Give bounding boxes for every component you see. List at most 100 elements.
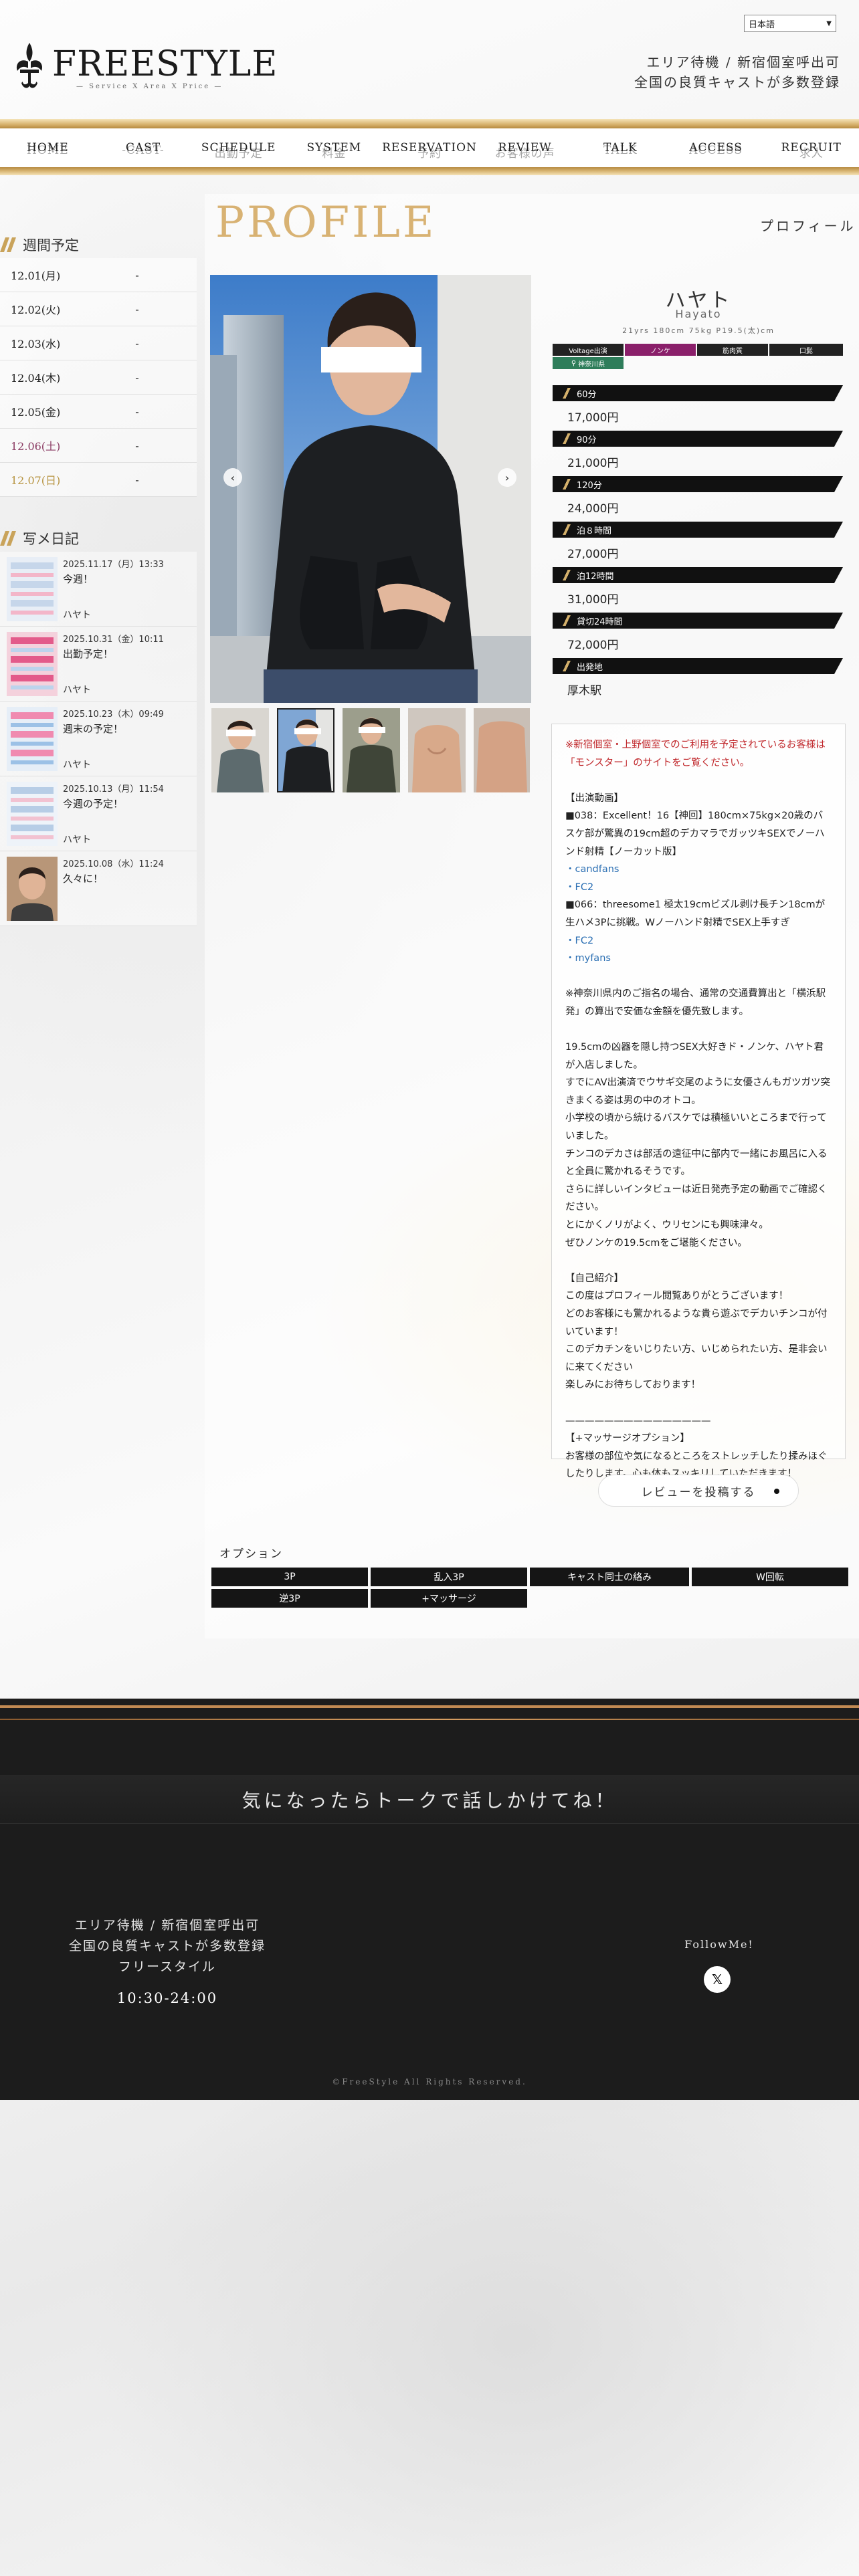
nav-item-recruit[interactable]: 求人 RECRUIT xyxy=(763,141,859,160)
diary-item[interactable]: 2025.10.13（月）11:54 今週の予定！ ハヤト xyxy=(0,776,197,851)
thumbnail-image xyxy=(211,708,269,792)
description-line: ※神奈川県内のご指名の場合、通常の交通費算出と「横浜駅発」の算出で安価な金額を優… xyxy=(565,988,826,1017)
schedule-row: 12.01(月) - xyxy=(0,258,197,292)
footer-line-3: フリースタイル xyxy=(118,1959,217,1974)
photo-thumbnail[interactable] xyxy=(474,708,530,792)
schedule-row: 12.07(日) - xyxy=(0,463,197,497)
page-title: PROFILE xyxy=(215,198,437,247)
nav-gold-bar-top xyxy=(0,119,859,128)
notice-text: ※新宿個室・上野個室でのご利用を予定されているお客様は「モンスター」のサイトをご… xyxy=(565,740,826,768)
photo-thumbnail[interactable] xyxy=(343,708,400,792)
nav-item-label: RECRUIT xyxy=(781,141,842,154)
nav-item-label: RESERVATION xyxy=(382,141,477,154)
price-value: 厚木駅 xyxy=(567,683,601,697)
video-link[interactable]: ・FC2 xyxy=(565,879,832,897)
schedule-date: 12.05(金) xyxy=(11,406,61,419)
price-row: 出発地厚木駅 xyxy=(553,658,843,704)
diary-thumbnail xyxy=(7,857,58,921)
video-link[interactable]: ・candfans xyxy=(565,861,832,879)
description-line: 【+マッサージオプション】 xyxy=(565,1433,690,1444)
diary-title: 出勤予定！ xyxy=(63,648,114,660)
diary-thumbnail xyxy=(7,632,58,696)
diary-item[interactable]: 2025.11.17（月）13:33 今週！ ハヤト xyxy=(0,552,197,627)
option-badge: 乱入3P xyxy=(371,1568,527,1586)
schedule-row: 12.03(水) - xyxy=(0,326,197,360)
price-row: 60分 17,000円 xyxy=(553,385,843,431)
description-line xyxy=(565,772,832,790)
option-badge: 逆3P xyxy=(211,1589,368,1608)
price-row: 泊８時間 27,000円 xyxy=(553,522,843,567)
site-logo[interactable]: FREESTYLE — Service X Area X Price — xyxy=(13,39,277,99)
price-value: 72,000円 xyxy=(567,638,619,652)
nav-item-reservation[interactable]: 予約 RESERVATION xyxy=(382,141,478,160)
nav-item-label: TALK xyxy=(603,141,638,154)
video-link[interactable]: ・FC2 xyxy=(565,932,832,950)
diary-item[interactable]: 2025.10.23（木）09:49 週末の予定！ ハヤト xyxy=(0,702,197,776)
language-select[interactable]: 日本語 ▼ xyxy=(744,15,836,32)
description-line: 楽しみにお待ちしております！ xyxy=(565,1380,701,1391)
option-badge: キャスト同士の絡み xyxy=(530,1568,689,1586)
description-line: ぜひノンケの19.5cmをご堪能ください。 xyxy=(565,1237,747,1249)
logo-wordmark: FREESTYLE xyxy=(52,44,278,84)
description-line: 19.5cmの凶器を隠し持つSEX大好きド・ノンケ、ハヤト君が入店しました。 xyxy=(565,1042,824,1071)
photo-thumbnail[interactable] xyxy=(211,708,269,792)
description-line xyxy=(565,1394,832,1412)
schedule-row: 12.05(金) - xyxy=(0,395,197,429)
nav-item-label: SYSTEM xyxy=(306,141,362,154)
diary-item[interactable]: 2025.10.08（水）11:24 久々に！ xyxy=(0,851,197,926)
x-social-button[interactable]: 𝕏 xyxy=(704,1966,731,1993)
description-line xyxy=(565,1021,832,1039)
option-badge: W回転 xyxy=(692,1568,848,1586)
tag-badge: 口髭 xyxy=(769,344,843,356)
post-review-button[interactable]: レビューを投稿する xyxy=(598,1475,799,1507)
weekly-schedule: 週間予定 12.01(月) -12.02(火) -12.03(水) -12.04(木)… xyxy=(0,231,197,497)
nav-item-home[interactable]: HOME HOME xyxy=(0,141,96,157)
diary-author: ハヤト xyxy=(63,835,91,845)
photo-thumbnail-active[interactable] xyxy=(277,708,335,792)
option-badge: 3P xyxy=(211,1568,368,1586)
photo-prev-button[interactable]: ‹ xyxy=(223,468,242,487)
price-value: 24,000円 xyxy=(567,502,619,516)
footer-stripe xyxy=(0,1719,859,1720)
area-badge-label: 神奈川県 xyxy=(578,360,605,368)
cast-photo-image xyxy=(210,275,531,703)
page-title-jp: プロフィール xyxy=(760,218,856,234)
gold-slash-icon xyxy=(0,531,16,546)
talk-banner[interactable]: 気になったらトークで話しかけてね！ xyxy=(0,1776,859,1824)
chevron-left-icon: ‹ xyxy=(230,471,235,484)
nav-item-schedule[interactable]: 出勤予定 SCHEDULE xyxy=(191,141,286,160)
diary-list: 2025.11.17（月）13:33 今週！ ハヤト 2025.10.31（金）10:… xyxy=(0,552,197,926)
price-label: 120分 xyxy=(553,476,843,492)
price-label: 60分 xyxy=(553,385,843,401)
diary-item[interactable]: 2025.10.31（金）10:11 出勤予定！ ハヤト xyxy=(0,627,197,702)
description-line xyxy=(565,1252,832,1270)
copyright: ©FreeStyle All Rights Reserved. xyxy=(332,2077,527,2086)
photo-next-button[interactable]: › xyxy=(498,468,516,487)
schedule-time: - xyxy=(135,473,139,486)
cast-photo-main[interactable] xyxy=(210,275,531,703)
photo-diary: 写メ日記 2025.11.17（月）13:33 今週！ ハヤト 2025.10.31（… xyxy=(0,525,197,926)
video-link[interactable]: ・myfans xyxy=(565,950,832,968)
photo-thumbnail[interactable] xyxy=(408,708,466,792)
nav-item-talk[interactable]: TALK TALK xyxy=(573,141,668,157)
description-line: 【出演動画】 xyxy=(565,792,624,804)
chevron-down-icon: ▼ xyxy=(826,19,832,27)
area-badge: ⚲ 神奈川県 xyxy=(553,357,624,369)
thumbnail-image xyxy=(343,708,400,792)
footer-stripe xyxy=(0,1705,859,1708)
schedule-date: 12.04(木) xyxy=(11,372,61,385)
nav-item-system[interactable]: 料金 SYSTEM xyxy=(286,141,382,160)
nav-item-review[interactable]: お客様の声 REVIEW xyxy=(477,141,573,160)
price-label: 泊12時間 xyxy=(553,567,843,583)
dot-icon xyxy=(774,1489,779,1494)
location-pin-icon: ⚲ xyxy=(571,359,577,367)
description-line: すでにAV出演済でウサギ交尾のように女優さんもガツガツ突きまくる姿は男の中のオト… xyxy=(565,1077,831,1106)
footer-line-2: 全国の良質キャストが多数登録 xyxy=(68,1939,266,1953)
nav-item-access[interactable]: ACCESS ACCESS xyxy=(668,141,764,157)
price-label: 貸切24時間 xyxy=(553,613,843,629)
x-icon: 𝕏 xyxy=(711,1971,723,1988)
price-label: 出発地 xyxy=(553,658,843,674)
nav-item-cast[interactable]: -CAST- CAST xyxy=(96,141,191,157)
price-value: 17,000円 xyxy=(567,411,619,425)
diary-title-text: 写メ日記 xyxy=(23,531,79,547)
